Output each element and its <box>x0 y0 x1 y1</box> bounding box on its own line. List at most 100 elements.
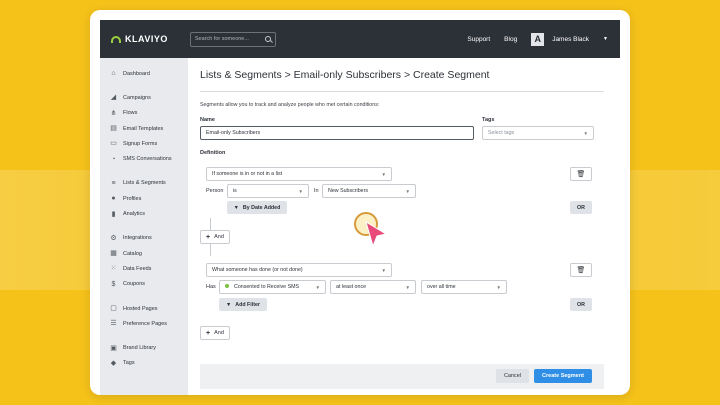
and-button-1[interactable]: + And <box>200 230 230 244</box>
search-icon <box>264 36 271 42</box>
trash-icon: 🗑 <box>576 267 586 274</box>
list-select[interactable]: New Subscribers ▼ <box>322 184 416 198</box>
cancel-button[interactable]: Cancel <box>496 369 529 383</box>
condition-type-select-2[interactable]: What someone has done (or not done) ▼ <box>206 263 392 277</box>
frequency-select[interactable]: at least once ▼ <box>330 280 416 294</box>
by-date-added-button[interactable]: ▼ By Date Added <box>227 201 287 214</box>
plus-icon: + <box>206 329 211 337</box>
event-select[interactable]: Consented to Receive SMS ▼ <box>219 280 326 294</box>
sms-consent-icon <box>225 284 229 288</box>
flows-icon: ⋔ <box>110 109 117 117</box>
sidebar-item-signup-forms[interactable]: ▭ Signup Forms <box>100 136 188 151</box>
condition-type-value-1: If someone is in or not in a list <box>212 171 283 177</box>
in-label: In <box>314 188 319 194</box>
person-operator-select[interactable]: is ▼ <box>227 184 309 198</box>
list-icon: ≡ <box>111 179 116 187</box>
or-button-2[interactable]: OR <box>570 298 592 311</box>
sidebar-item-hosted-pages[interactable]: ▢ Hosted Pages <box>100 301 188 316</box>
chevron-down-icon: ▼ <box>583 130 588 136</box>
sidebar-item-label: Data Feeds <box>123 265 152 272</box>
person-label: Person <box>206 188 224 194</box>
catalog-icon: ▦ <box>110 250 117 258</box>
support-link[interactable]: Support <box>467 36 490 43</box>
sidebar-item-integrations[interactable]: ⚙ Integrations <box>100 231 188 246</box>
sidebar-item-email-templates[interactable]: ▤ Email Templates <box>100 121 188 136</box>
add-filter-label: Add Filter <box>235 301 260 308</box>
chart-icon: ▮ <box>111 210 116 218</box>
sidebar-item-label: Preference Pages <box>123 320 168 327</box>
connector-line <box>210 218 211 230</box>
top-links: Support Blog A James Black ▼ <box>453 32 608 46</box>
tag-icon: ◆ <box>110 359 117 367</box>
sidebar-item-label: Signup Forms <box>123 140 158 147</box>
feed-icon: ⁙ <box>110 265 117 273</box>
chevron-down-icon: ▼ <box>298 188 303 194</box>
avatar[interactable]: A <box>531 32 545 46</box>
sidebar-item-brand-library[interactable]: ▣ Brand Library <box>100 340 188 355</box>
frequency-value: at least once <box>336 284 367 290</box>
timeframe-value: over all time <box>427 284 456 290</box>
coupon-icon: $ <box>111 280 116 288</box>
create-segment-button[interactable]: Create Segment <box>534 369 592 383</box>
sidebar-item-analytics[interactable]: ▮ Analytics <box>100 206 188 221</box>
sidebar-item-label: Tags <box>123 360 135 367</box>
sidebar-item-dashboard[interactable]: ⌂ Dashboard <box>100 66 188 81</box>
chevron-down-icon: ▼ <box>381 171 386 177</box>
sidebar-item-catalog[interactable]: ▦ Catalog <box>100 246 188 261</box>
top-navigation-bar: KLAVIYO Search for someone... Support Bl… <box>100 20 620 58</box>
sidebar-item-profiles[interactable]: ● Profiles <box>100 191 188 206</box>
main-content: Lists & Segments > Email-only Subscriber… <box>188 58 620 395</box>
form-icon: ▭ <box>110 140 117 148</box>
sidebar-item-flows[interactable]: ⋔ Flows <box>100 106 188 121</box>
sidebar-item-lists-segments[interactable]: ≡ Lists & Segments <box>100 176 188 191</box>
filter-icon: ▼ <box>226 301 232 308</box>
condition-type-select-1[interactable]: If someone is in or not in a list ▼ <box>206 167 392 181</box>
title-divider <box>200 91 604 92</box>
delete-condition-button-2[interactable]: 🗑 <box>570 263 592 277</box>
sidebar-item-campaigns[interactable]: ◢ Campaigns <box>100 90 188 105</box>
search-input[interactable]: Search for someone... <box>189 31 276 47</box>
event-value: Consented to Receive SMS <box>234 284 300 290</box>
sidebar-item-coupons[interactable]: $ Coupons <box>100 277 188 292</box>
sidebar-item-data-feeds[interactable]: ⁙ Data Feeds <box>100 261 188 276</box>
definition-label: Definition <box>200 150 226 156</box>
blog-link[interactable]: Blog <box>504 36 517 43</box>
page-icon: ▢ <box>110 305 117 312</box>
sidebar-item-label: Catalog <box>123 250 142 257</box>
sidebar-item-label: Profiles <box>123 195 142 202</box>
segment-name-input[interactable]: Email-only Subscribers <box>200 126 474 140</box>
sidebar-item-sms-conversations[interactable]: ◔ SMS Conversations <box>100 151 188 166</box>
template-icon: ▤ <box>110 125 117 133</box>
sidebar-item-label: Lists & Segments <box>123 180 166 187</box>
user-name[interactable]: James Black <box>552 36 589 43</box>
and-button-2[interactable]: + And <box>200 326 230 340</box>
chevron-down-icon: ▼ <box>381 267 386 273</box>
sidebar-item-tags[interactable]: ◆ Tags <box>100 356 188 371</box>
sidebar-item-label: Campaigns <box>123 94 151 101</box>
add-filter-button[interactable]: ▼ Add Filter <box>219 298 267 311</box>
chevron-down-icon[interactable]: ▼ <box>603 36 608 42</box>
delete-condition-button-1[interactable]: 🗑 <box>570 167 592 181</box>
segment-name-value: Email-only Subscribers <box>206 130 261 136</box>
chevron-down-icon: ▼ <box>405 284 410 290</box>
or-button-1[interactable]: OR <box>570 201 592 214</box>
list-value: New Subscribers <box>328 188 369 194</box>
preference-icon: ☰ <box>110 320 117 328</box>
logo-text: KLAVIYO <box>125 34 168 44</box>
sidebar-item-label: Coupons <box>123 281 146 288</box>
tags-label: Tags <box>482 117 495 123</box>
event-value-wrap: Consented to Receive SMS <box>225 284 299 290</box>
form-footer: Cancel Create Segment <box>200 364 604 389</box>
klaviyo-logo[interactable]: KLAVIYO <box>111 34 168 44</box>
filter-icon: ▼ <box>233 204 239 211</box>
page-title: Lists & Segments > Email-only Subscriber… <box>200 69 490 81</box>
name-label: Name <box>200 117 215 123</box>
tags-select[interactable]: Select tags ▼ <box>482 126 594 140</box>
timeframe-select[interactable]: over all time ▼ <box>421 280 507 294</box>
and-label: And <box>214 234 224 240</box>
condition-type-value-2: What someone has done (or not done) <box>212 267 303 273</box>
sidebar-item-preference-pages[interactable]: ☰ Preference Pages <box>100 316 188 331</box>
